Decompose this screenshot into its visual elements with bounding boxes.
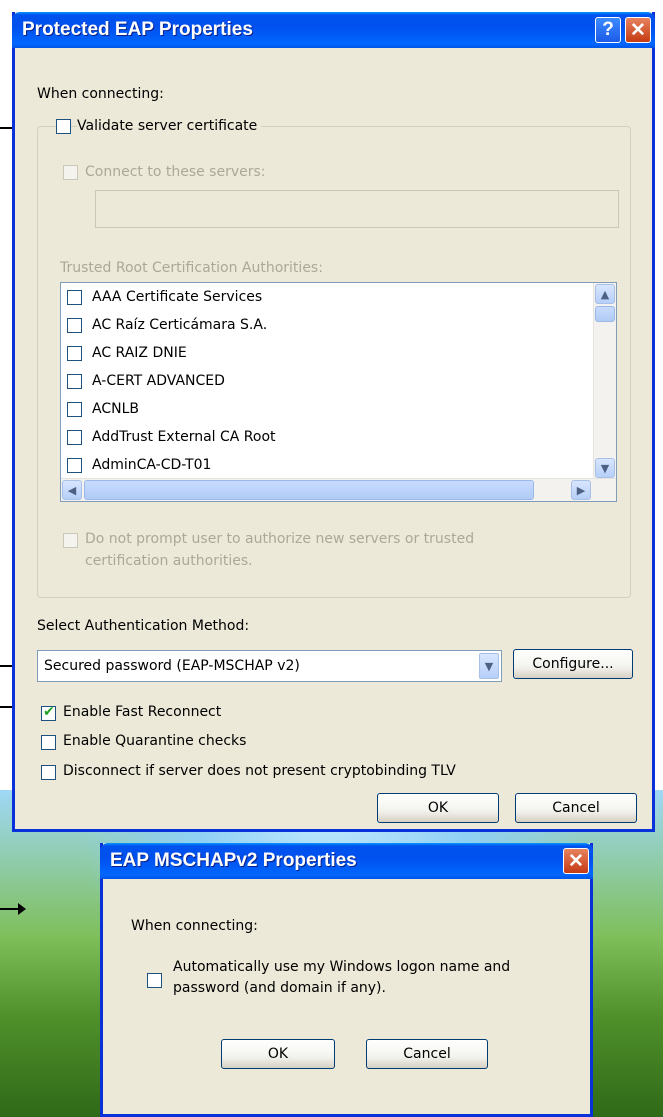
validate-cert-checkbox[interactable] <box>56 119 71 134</box>
ca-name: AAA Certificate Services <box>92 289 263 305</box>
ca-checkbox[interactable] <box>67 373 82 389</box>
window-title: EAP MSCHAPv2 Properties <box>110 850 357 871</box>
servers-textbox[interactable] <box>95 190 619 228</box>
list-item[interactable]: ACNLB <box>67 396 139 422</box>
ca-checkbox[interactable] <box>67 289 82 305</box>
configure-button[interactable]: Configure... <box>513 649 633 679</box>
ca-name: A-CERT ADVANCED <box>92 373 225 389</box>
ca-name: AddTrust External CA Root <box>92 429 276 445</box>
vertical-scrollbar[interactable]: ▲ ▼ <box>593 283 616 479</box>
cryptobinding-checkbox[interactable] <box>41 765 56 780</box>
close-button[interactable]: ✕ <box>563 848 589 874</box>
close-button[interactable]: ✕ <box>625 17 651 43</box>
ca-name: AC RAIZ DNIE <box>92 345 187 361</box>
cancel-button[interactable]: Cancel <box>366 1039 488 1069</box>
pointer-arrow <box>0 903 26 915</box>
ca-checkbox[interactable] <box>67 401 82 417</box>
auto-logon-label-line2[interactable]: password (and domain if any). <box>173 980 386 996</box>
horizontal-scrollbar[interactable]: ◀ ▶ <box>61 478 616 501</box>
when-connecting-label: When connecting: <box>131 918 258 934</box>
auto-logon-label-line1[interactable]: Automatically use my Windows logon name … <box>173 959 510 975</box>
trusted-root-ca-list[interactable]: AAA Certificate Services AC Raíz Certicá… <box>60 282 617 502</box>
window-title: Protected EAP Properties <box>22 19 253 40</box>
scroll-up-icon[interactable]: ▲ <box>595 284 615 304</box>
list-item[interactable]: A-CERT ADVANCED <box>67 368 225 394</box>
connect-servers-label: Connect to these servers: <box>85 164 266 180</box>
trusted-root-label: Trusted Root Certification Authorities: <box>60 260 323 276</box>
ok-button[interactable]: OK <box>221 1039 335 1069</box>
ca-checkbox[interactable] <box>67 457 82 473</box>
scroll-left-icon[interactable]: ◀ <box>62 480 82 500</box>
peap-properties-window: Protected EAP Properties ? ✕ When connec… <box>12 12 655 832</box>
fast-reconnect-label[interactable]: Enable Fast Reconnect <box>63 704 221 720</box>
auto-logon-checkbox[interactable] <box>147 973 162 988</box>
validate-cert-label[interactable]: Validate server certificate <box>77 118 262 134</box>
vertical-scroll-thumb[interactable] <box>595 306 615 322</box>
ok-button[interactable]: OK <box>377 793 499 823</box>
peap-titlebar: Protected EAP Properties ? ✕ <box>12 12 655 48</box>
cryptobinding-label[interactable]: Disconnect if server does not present cr… <box>63 763 456 779</box>
scroll-right-icon[interactable]: ▶ <box>571 480 591 500</box>
fast-reconnect-checkbox[interactable]: ✔ <box>41 704 56 721</box>
ca-checkbox[interactable] <box>67 317 82 333</box>
quarantine-label[interactable]: Enable Quarantine checks <box>63 733 246 749</box>
ca-checkbox[interactable] <box>67 429 82 445</box>
no-prompt-label-line1: Do not prompt user to authorize new serv… <box>85 531 475 547</box>
chevron-down-icon[interactable]: ▼ <box>479 653 499 679</box>
quarantine-checkbox[interactable] <box>41 735 56 750</box>
no-prompt-checkbox[interactable] <box>63 533 78 548</box>
mschapv2-titlebar: EAP MSCHAPv2 Properties ✕ <box>100 843 593 879</box>
auth-method-select[interactable]: Secured password (EAP-MSCHAP v2) ▼ <box>37 650 502 682</box>
no-prompt-label-line2: certification authorities. <box>85 553 253 569</box>
cancel-button[interactable]: Cancel <box>515 793 637 823</box>
connect-servers-checkbox[interactable] <box>63 165 78 180</box>
list-item[interactable]: AdminCA-CD-T01 <box>67 452 211 478</box>
horizontal-scroll-thumb[interactable] <box>84 480 534 500</box>
ca-name: AdminCA-CD-T01 <box>92 457 212 473</box>
list-item[interactable]: AC Raíz Certicámara S.A. <box>67 312 267 338</box>
help-button[interactable]: ? <box>595 17 621 43</box>
ca-checkbox[interactable] <box>67 345 82 361</box>
list-item[interactable]: AC RAIZ DNIE <box>67 340 187 366</box>
auth-method-value: Secured password (EAP-MSCHAP v2) <box>44 658 300 674</box>
list-item[interactable]: AAA Certificate Services <box>67 284 262 310</box>
when-connecting-label: When connecting: <box>37 86 164 102</box>
scroll-down-icon[interactable]: ▼ <box>595 458 615 478</box>
check-icon: ✔ <box>43 704 55 720</box>
select-method-label: Select Authentication Method: <box>37 618 250 634</box>
mschapv2-properties-window: EAP MSCHAPv2 Properties ✕ When connectin… <box>100 843 593 1117</box>
ca-name: AC Raíz Certicámara S.A. <box>92 317 268 333</box>
list-item[interactable]: AddTrust External CA Root <box>67 424 276 450</box>
ca-name: ACNLB <box>92 401 139 417</box>
